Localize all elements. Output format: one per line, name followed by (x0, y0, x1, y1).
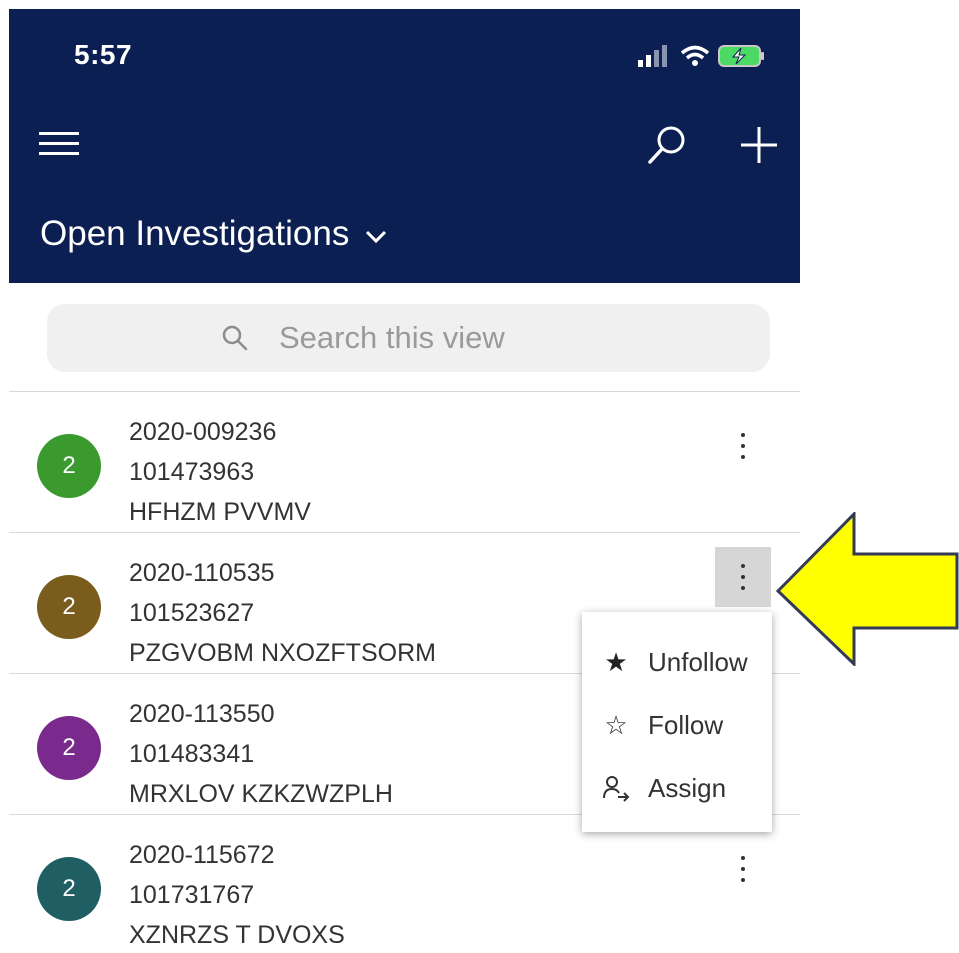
record-id: 2020-115672 (129, 841, 275, 869)
menu-item-unfollow[interactable]: ★ Unfollow (582, 632, 772, 692)
search-input[interactable] (279, 318, 719, 358)
menu-item-label: Unfollow (648, 646, 748, 677)
avatar: 2 (37, 434, 101, 498)
avatar: 2 (37, 716, 101, 780)
battery-icon (718, 45, 764, 67)
star-outline-icon: ☆ (604, 709, 628, 740)
more-options-button[interactable] (715, 547, 771, 607)
avatar: 2 (37, 575, 101, 639)
more-vertical-icon (741, 433, 745, 459)
wifi-icon (680, 45, 710, 66)
more-options-button[interactable] (715, 416, 771, 476)
add-button[interactable] (737, 123, 781, 167)
more-vertical-icon (741, 856, 745, 882)
context-menu: ★ Unfollow ☆ Follow Assign (582, 612, 772, 832)
menu-item-assign[interactable]: Assign (582, 758, 772, 818)
menu-item-follow[interactable]: ☆ Follow (582, 695, 772, 755)
list-item[interactable]: 2 2020-009236 101473963 HFHZM PVVMV (9, 392, 800, 532)
list-item[interactable]: 2 2020-115672 101731767 XZNRZS T DVOXS (9, 815, 800, 953)
record-number: 101731767 (129, 881, 255, 909)
assign-person-icon (602, 774, 630, 802)
record-number: 101523627 (129, 599, 255, 627)
search-bar[interactable] (47, 304, 770, 372)
plus-icon (741, 127, 777, 163)
record-name: HFHZM PVVMV (129, 498, 311, 526)
search-icon (648, 126, 685, 164)
hamburger-icon (39, 132, 79, 155)
star-filled-icon: ★ (604, 646, 628, 677)
status-icons (638, 43, 766, 69)
menu-item-label: Assign (648, 772, 727, 803)
signal-icon (638, 45, 667, 67)
hamburger-menu-button[interactable] (39, 129, 79, 159)
view-title: Open Investigations (40, 214, 350, 253)
view-selector[interactable]: Open Investigations (40, 214, 387, 254)
record-name: PZGVOBM NXOZFTSORM (129, 639, 436, 667)
record-name: MRXLOV KZKZWZPLH (129, 780, 393, 808)
record-id: 2020-113550 (129, 700, 275, 728)
more-options-button[interactable] (715, 839, 771, 899)
record-name: XZNRZS T DVOXS (129, 921, 345, 949)
avatar: 2 (37, 857, 101, 921)
chevron-down-icon (366, 230, 387, 244)
menu-item-label: Follow (648, 709, 724, 740)
record-number: 101483341 (129, 740, 255, 768)
record-id: 2020-110535 (129, 559, 275, 587)
search-icon (222, 325, 248, 351)
record-number: 101473963 (129, 458, 255, 486)
status-time: 5:57 (74, 39, 133, 70)
app-header: 5:57 Open Investigations (9, 9, 800, 283)
annotation-arrow-icon (776, 512, 959, 666)
more-vertical-icon (741, 564, 745, 590)
search-button[interactable] (645, 123, 689, 167)
record-id: 2020-009236 (129, 418, 277, 446)
